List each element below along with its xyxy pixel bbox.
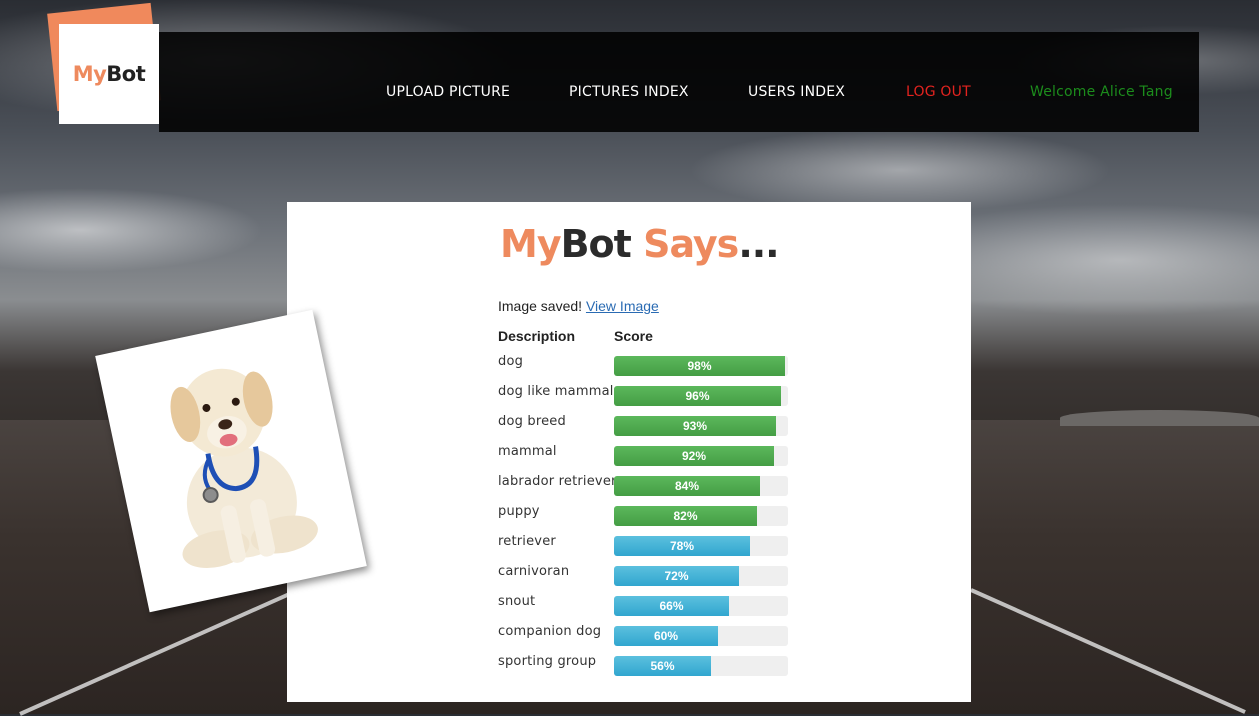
title-says: Says <box>630 222 739 266</box>
score-bar-fill: 98% <box>614 356 785 376</box>
score-bar-track: 72% <box>614 566 788 586</box>
title-my: My <box>500 222 562 266</box>
score-column-header: Score <box>614 328 653 344</box>
row-description: snout <box>498 594 536 609</box>
title-bot: Bot <box>560 222 632 266</box>
score-bar-track: 96% <box>614 386 788 406</box>
score-bar-track: 78% <box>614 536 788 556</box>
logo[interactable]: MyBot <box>59 24 159 124</box>
score-bar-track: 98% <box>614 356 788 376</box>
top-navbar <box>159 32 1199 132</box>
row-description: retriever <box>498 534 556 549</box>
logo-my: My <box>72 62 107 86</box>
score-bar-fill: 78% <box>614 536 750 556</box>
mountain-shape <box>1060 410 1259 426</box>
row-description: sporting group <box>498 654 597 669</box>
score-bar-fill: 60% <box>614 626 718 646</box>
nav-upload-picture[interactable]: UPLOAD PICTURE <box>386 84 510 100</box>
score-bar-track: 56% <box>614 656 788 676</box>
view-image-link[interactable]: View Image <box>586 298 659 314</box>
score-bar-track: 82% <box>614 506 788 526</box>
score-bar-fill: 82% <box>614 506 757 526</box>
score-bar-track: 93% <box>614 416 788 436</box>
logo-text: MyBot <box>73 62 146 86</box>
score-bar-fill: 72% <box>614 566 739 586</box>
score-bar-fill: 84% <box>614 476 760 496</box>
score-bar-fill: 92% <box>614 446 774 466</box>
row-description: dog <box>498 354 524 369</box>
logo-bot: Bot <box>106 62 146 86</box>
row-description: carnivoran <box>498 564 570 579</box>
dog-image <box>170 368 318 569</box>
title-dots: ... <box>738 222 779 266</box>
row-description: labrador retriever <box>498 474 617 489</box>
row-description: companion dog <box>498 624 602 639</box>
score-bar-fill: 93% <box>614 416 776 436</box>
score-bar-fill: 56% <box>614 656 711 676</box>
saved-text: Image saved! <box>498 298 583 314</box>
welcome-user-text: Welcome Alice Tang <box>1030 84 1173 100</box>
score-bar-track: 92% <box>614 446 788 466</box>
nav-pictures-index[interactable]: PICTURES INDEX <box>569 84 689 100</box>
row-description: mammal <box>498 444 557 459</box>
nav-users-index[interactable]: USERS INDEX <box>748 84 845 100</box>
row-description: dog like mammal <box>498 384 614 399</box>
result-title: MyBot Says... <box>500 222 780 266</box>
description-column-header: Description <box>498 328 576 344</box>
score-bar-track: 66% <box>614 596 788 616</box>
score-bar-fill: 96% <box>614 386 781 406</box>
nav-log-out[interactable]: LOG OUT <box>906 84 971 100</box>
score-bar-track: 60% <box>614 626 788 646</box>
score-bar-track: 84% <box>614 476 788 496</box>
row-description: dog breed <box>498 414 566 429</box>
score-bar-fill: 66% <box>614 596 729 616</box>
row-description: puppy <box>498 504 540 519</box>
saved-message: Image saved! View Image <box>498 298 659 314</box>
